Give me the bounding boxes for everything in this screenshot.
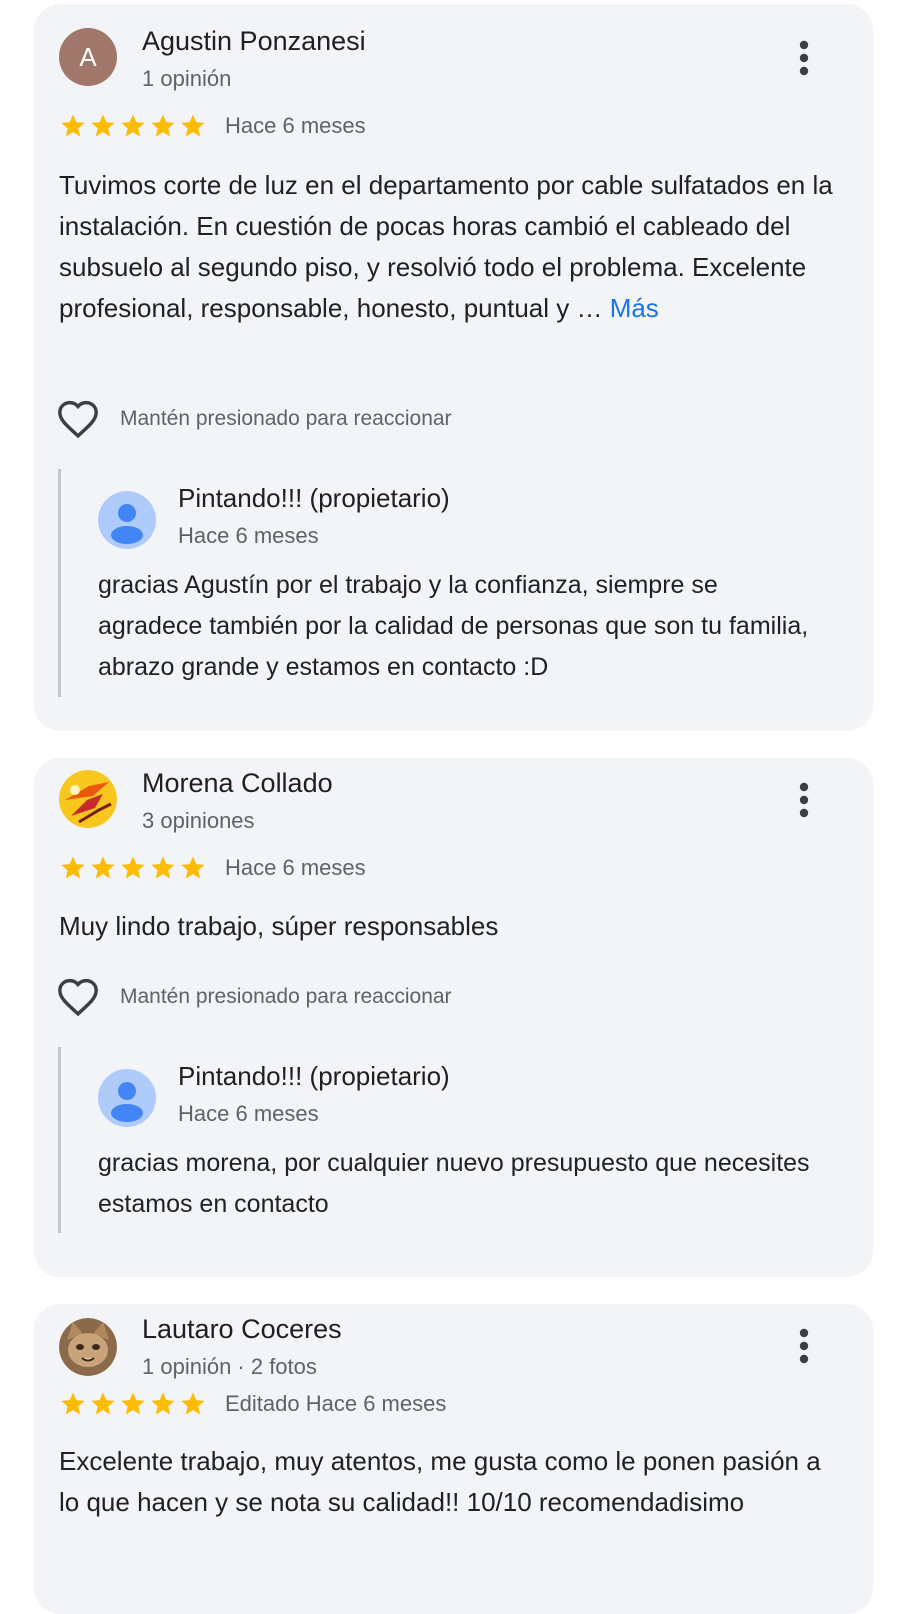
reviewer-avatar[interactable] [59,1318,117,1376]
star-icon [181,856,205,879]
avatar-letter: A [79,41,97,72]
star-rating [59,112,207,140]
reply-date: Hace 6 meses [178,1101,319,1126]
star-icon [151,114,175,137]
review-date: Hace 6 meses [225,855,366,880]
react-label: Mantén presionado para reaccionar [120,407,452,430]
reviewer-meta: 1 opinión [142,66,232,91]
review-text: Tuvimos corte de luz en el departamento … [59,165,839,329]
avatar-photo [59,1318,117,1376]
more-link[interactable]: Más [610,293,659,323]
reply-date: Hace 6 meses [178,523,319,548]
star-icon [121,856,145,879]
person-icon [98,491,156,549]
avatar-photo [59,770,117,828]
star-icon [91,114,115,137]
reply-author: Pintando!!! (propietario) [178,483,450,513]
star-icon [151,856,175,879]
star-icon [121,1392,145,1415]
reply-text: gracias morena, por cualquier nuevo pres… [98,1149,810,1218]
star-rating [59,1390,207,1418]
owner-reply: Pintando!!! (propietario) Hace 6 meses g… [58,469,836,697]
star-icon [91,856,115,879]
review-card: A Agustin Ponzanesi 1 opinión Hace 6 mes… [34,4,873,731]
review-card: Lautaro Coceres 1 opinión · 2 fotos Edit… [34,1304,873,1614]
star-icon [91,1392,115,1415]
rating-row: Hace 6 meses [59,111,366,141]
review-card: Morena Collado 3 opiniones Hace 6 meses … [34,758,873,1277]
review-menu-button[interactable] [786,38,822,78]
review-text: Excelente trabajo, muy atentos, me gusta… [59,1446,821,1517]
react-label: Mantén presionado para reaccionar [120,985,452,1008]
reviewer-avatar[interactable] [59,770,117,828]
star-icon [61,856,85,879]
reply-author: Pintando!!! (propietario) [178,1061,450,1091]
reviewer-avatar[interactable]: A [59,28,117,86]
star-icon [61,1392,85,1415]
more-vert-icon [799,782,809,818]
heart-outline-icon [58,978,98,1017]
star-rating [59,854,207,882]
person-icon [98,1069,156,1127]
reply-text: gracias Agustín por el trabajo y la conf… [98,571,809,681]
owner-reply: Pintando!!! (propietario) Hace 6 meses g… [58,1047,836,1233]
star-icon [61,114,85,137]
star-icon [121,114,145,137]
react-button[interactable]: Mantén presionado para reaccionar [56,397,452,441]
reviewer-meta: 3 opiniones [142,808,255,833]
star-icon [151,1392,175,1415]
star-icon [181,1392,205,1415]
more-vert-icon [799,1328,809,1364]
review-body: Tuvimos corte de luz en el departamento … [59,170,833,323]
reviewer-name[interactable]: Agustin Ponzanesi [142,26,366,57]
star-icon [181,114,205,137]
reviewer-name[interactable]: Morena Collado [142,768,333,799]
review-date: Editado Hace 6 meses [225,1391,447,1416]
reviewer-name[interactable]: Lautaro Coceres [142,1314,342,1345]
review-date: Hace 6 meses [225,113,366,138]
rating-row: Hace 6 meses [59,853,366,883]
react-button[interactable]: Mantén presionado para reaccionar [56,975,452,1019]
heart-outline-icon [58,400,98,439]
review-text: Muy lindo trabajo, súper responsables [59,911,499,941]
review-menu-button[interactable] [786,780,822,820]
more-vert-icon [799,40,809,76]
review-menu-button[interactable] [786,1326,822,1366]
reviewer-meta: 1 opinión · 2 fotos [142,1354,317,1379]
rating-row: Editado Hace 6 meses [59,1389,446,1419]
